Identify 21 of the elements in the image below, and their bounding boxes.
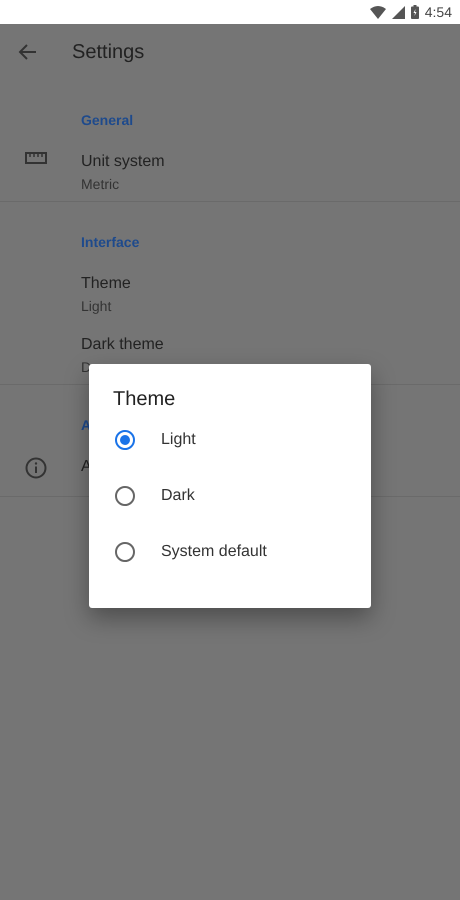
setting-value: Metric — [81, 175, 120, 194]
radio-button[interactable] — [115, 486, 135, 506]
screen-title: Settings — [72, 40, 144, 65]
status-time: 4:54 — [424, 2, 452, 22]
info-icon — [25, 457, 47, 479]
setting-value: Light — [81, 297, 112, 316]
ruler-icon — [25, 152, 47, 164]
section-header: General — [80, 111, 134, 130]
theme-option[interactable]: Dark — [89, 468, 371, 524]
setting-title[interactable]: Dark theme — [81, 333, 164, 357]
wifi-icon — [370, 6, 386, 18]
theme-option[interactable]: System default — [89, 524, 371, 580]
theme-option[interactable]: Light — [89, 412, 371, 468]
dialog-title: Theme — [112, 387, 176, 412]
battery-icon — [410, 5, 419, 19]
setting-title[interactable]: Theme — [81, 272, 131, 296]
section-header: Interface — [80, 233, 140, 252]
radio-button[interactable] — [115, 430, 135, 450]
setting-title[interactable]: Unit system — [81, 150, 165, 174]
radio-button[interactable] — [115, 542, 135, 562]
signal-icon — [392, 6, 405, 18]
